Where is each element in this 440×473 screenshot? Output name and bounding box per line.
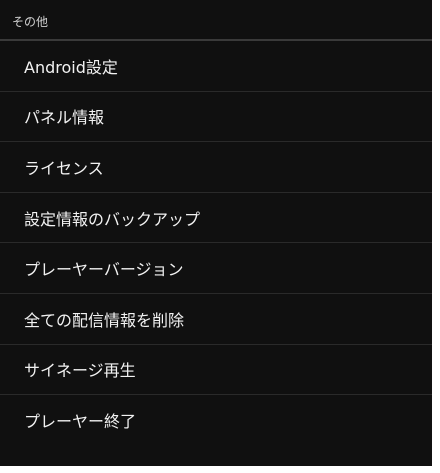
section-header-label: その他 <box>12 15 49 29</box>
menu-item-label: Android設定 <box>24 57 118 77</box>
settings-screen: その他 Android設定 パネル情報 ライセンス 設定情報のバックアップ プレ… <box>0 0 432 466</box>
menu-item-label: サイネージ再生 <box>24 361 136 381</box>
menu-item-label: 設定情報のバックアップ <box>24 209 201 229</box>
menu-item-label: プレーヤーバージョン <box>24 260 184 280</box>
menu-item-player-version[interactable]: プレーヤーバージョン <box>0 243 432 294</box>
menu-item-license[interactable]: ライセンス <box>0 142 432 193</box>
menu-item-delete-all-distribution[interactable]: 全ての配信情報を削除 <box>0 294 432 345</box>
menu-item-player-exit[interactable]: プレーヤー終了 <box>0 395 432 446</box>
menu-item-label: 全ての配信情報を削除 <box>24 310 185 330</box>
settings-menu-list: Android設定 パネル情報 ライセンス 設定情報のバックアップ プレーヤーバ… <box>0 41 432 446</box>
menu-item-label: パネル情報 <box>24 108 105 128</box>
menu-item-settings-backup[interactable]: 設定情報のバックアップ <box>0 193 432 244</box>
menu-item-label: プレーヤー終了 <box>24 412 137 432</box>
menu-item-label: ライセンス <box>24 158 104 178</box>
menu-item-android-settings[interactable]: Android設定 <box>0 41 432 92</box>
menu-item-panel-info[interactable]: パネル情報 <box>0 92 432 143</box>
menu-item-signage-playback[interactable]: サイネージ再生 <box>0 345 432 396</box>
section-header-other: その他 <box>0 0 432 41</box>
